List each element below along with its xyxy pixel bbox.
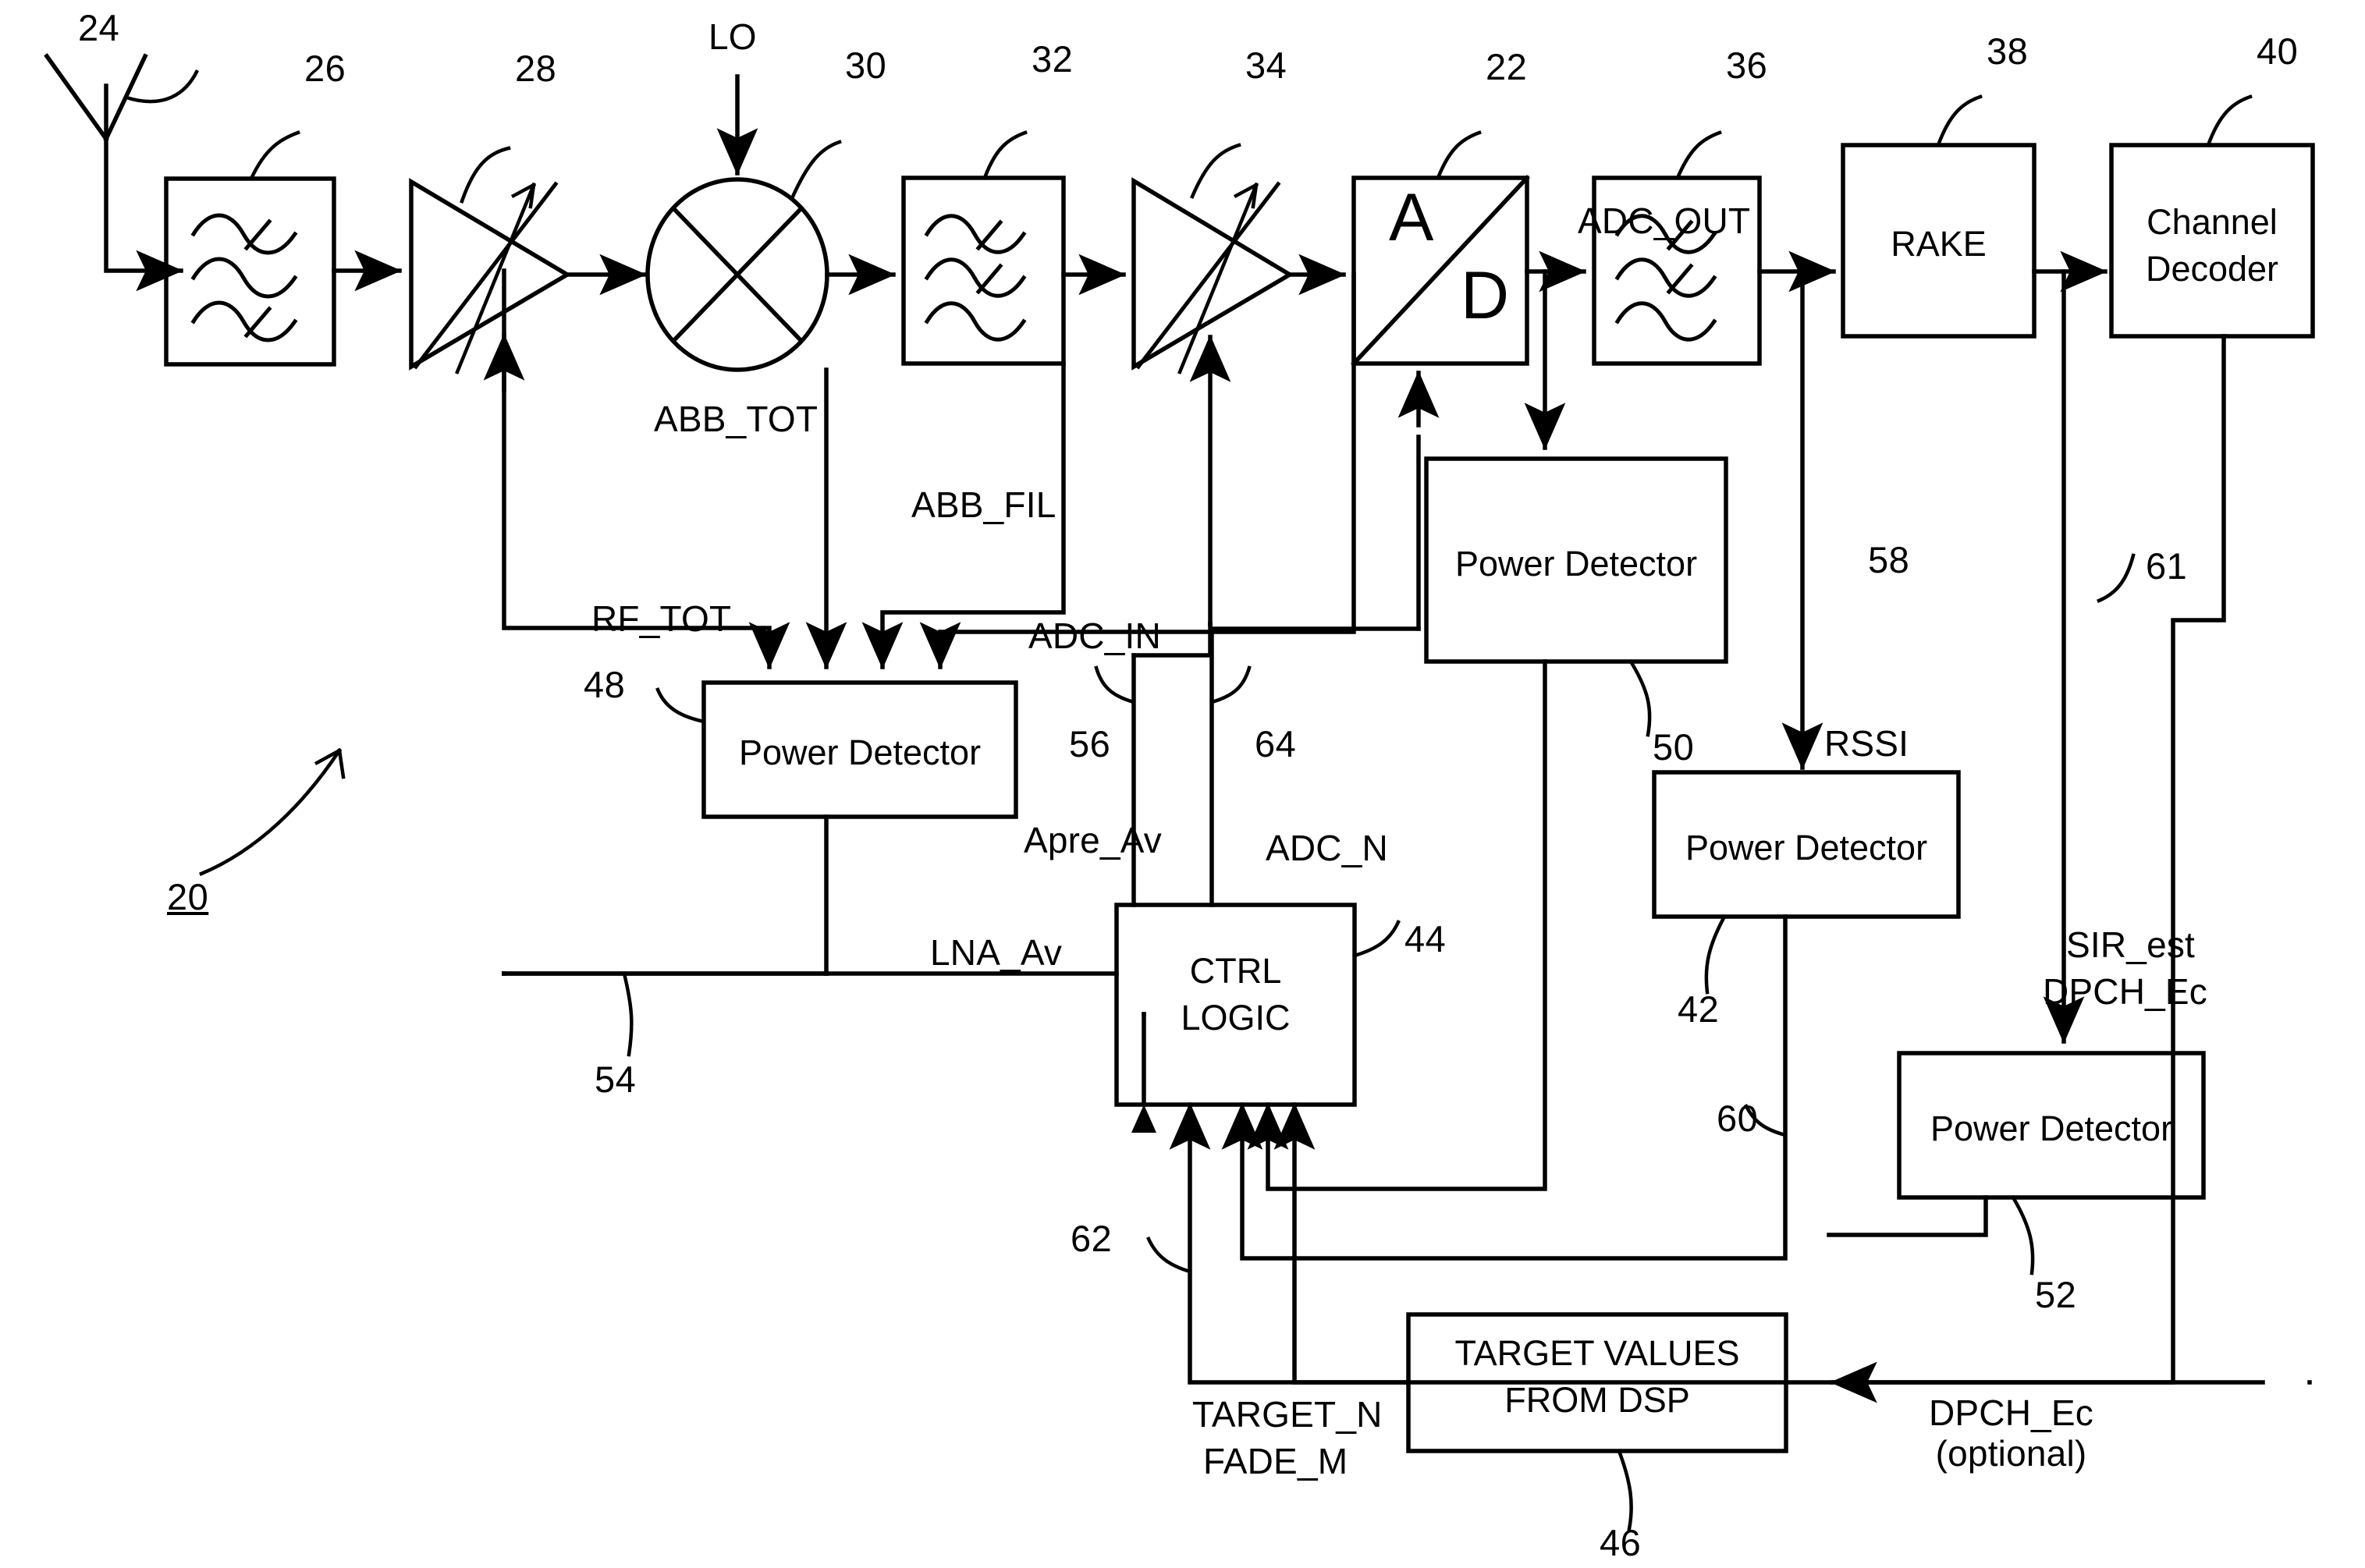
rf-filter-box bbox=[164, 176, 336, 367]
power-detector-48-label: Power Detector bbox=[738, 733, 982, 772]
ref-38: 38 bbox=[1987, 30, 2029, 72]
power-detector-52-label: Power Detector bbox=[1930, 1109, 2173, 1148]
signal-sir-est: SIR_est bbox=[2066, 924, 2196, 965]
signal-abb-tot: ABB_TOT bbox=[654, 399, 819, 439]
power-detector-42-label: Power Detector bbox=[1685, 828, 1928, 867]
signal-target-n: TARGET_N bbox=[1192, 1394, 1383, 1435]
filter-waves-32 bbox=[924, 214, 1027, 342]
rake-label: RAKE bbox=[1891, 224, 1987, 264]
ref-61: 61 bbox=[2146, 545, 2188, 587]
signal-adc-n: ADC_N bbox=[1266, 828, 1388, 868]
ref-54: 54 bbox=[595, 1059, 637, 1100]
ref-50: 50 bbox=[1653, 726, 1695, 768]
signal-dpch-ec-optional: DPCH_Ec (optional) bbox=[1929, 1392, 2094, 1474]
lna-triangle bbox=[409, 178, 572, 374]
ref-32: 32 bbox=[1032, 38, 1074, 80]
ref-30: 30 bbox=[845, 44, 887, 86]
ref-40: 40 bbox=[2257, 30, 2299, 72]
ref-22: 22 bbox=[1486, 46, 1528, 87]
signal-rf-tot: RF_TOT bbox=[591, 598, 732, 639]
ctrl-logic-input-arrowheads bbox=[1131, 1105, 1307, 1133]
figure-canvas: 24 26 28 30 32 34 22 36 38 40 48 56 64 4… bbox=[0, 0, 2365, 1568]
ref-64: 64 bbox=[1255, 723, 1297, 764]
ref-48: 48 bbox=[584, 664, 626, 705]
ref-62: 62 bbox=[1071, 1218, 1113, 1259]
channel-decoder-label-line1: Channel bbox=[2147, 202, 2278, 242]
ref-60: 60 bbox=[1717, 1098, 1759, 1139]
ref-44: 44 bbox=[1404, 918, 1447, 960]
ref-20-system: 20 bbox=[167, 876, 209, 917]
signal-adc-in: ADC_IN bbox=[1028, 615, 1161, 656]
ref-28: 28 bbox=[515, 48, 557, 89]
signal-fade-m: FADE_M bbox=[1203, 1441, 1348, 1481]
ctrl-logic-label-line1: CTRL bbox=[1189, 951, 1282, 991]
target-values-label-line1: TARGET VALUES bbox=[1454, 1333, 1740, 1373]
adc-label-a: A bbox=[1389, 180, 1434, 255]
signal-dpch-ec: DPCH_Ec bbox=[2043, 971, 2208, 1012]
signal-rssi: RSSI bbox=[1824, 723, 1909, 764]
ref-26: 26 bbox=[304, 48, 346, 89]
antenna-symbol bbox=[44, 53, 154, 273]
ctrl-logic-label-line2: LOGIC bbox=[1181, 998, 1291, 1038]
ref-24: 24 bbox=[78, 7, 120, 48]
signal-apre-av: Apre_Av bbox=[1024, 820, 1162, 860]
ref-42: 42 bbox=[1678, 988, 1720, 1030]
ref-34: 34 bbox=[1245, 44, 1287, 86]
ref-58: 58 bbox=[1868, 539, 1910, 580]
signal-lo: LO bbox=[708, 16, 757, 57]
signal-adc-out: ADC_OUT bbox=[1578, 200, 1751, 241]
signal-abb-fil: ABB_FIL bbox=[911, 484, 1056, 525]
filter-waves-26 bbox=[190, 213, 298, 342]
signal-lna-av: LNA_Av bbox=[930, 932, 1063, 973]
channel-decoder-label-line2: Decoder bbox=[2145, 249, 2279, 289]
adc-label-d: D bbox=[1461, 258, 1510, 333]
power-detector-50-label: Power Detector bbox=[1454, 544, 1698, 584]
ref-56: 56 bbox=[1069, 723, 1111, 764]
target-values-label-line2: FROM DSP bbox=[1504, 1380, 1690, 1420]
ref-52: 52 bbox=[2035, 1274, 2077, 1315]
ref-46: 46 bbox=[1600, 1522, 1642, 1563]
ref-36: 36 bbox=[1726, 44, 1768, 86]
